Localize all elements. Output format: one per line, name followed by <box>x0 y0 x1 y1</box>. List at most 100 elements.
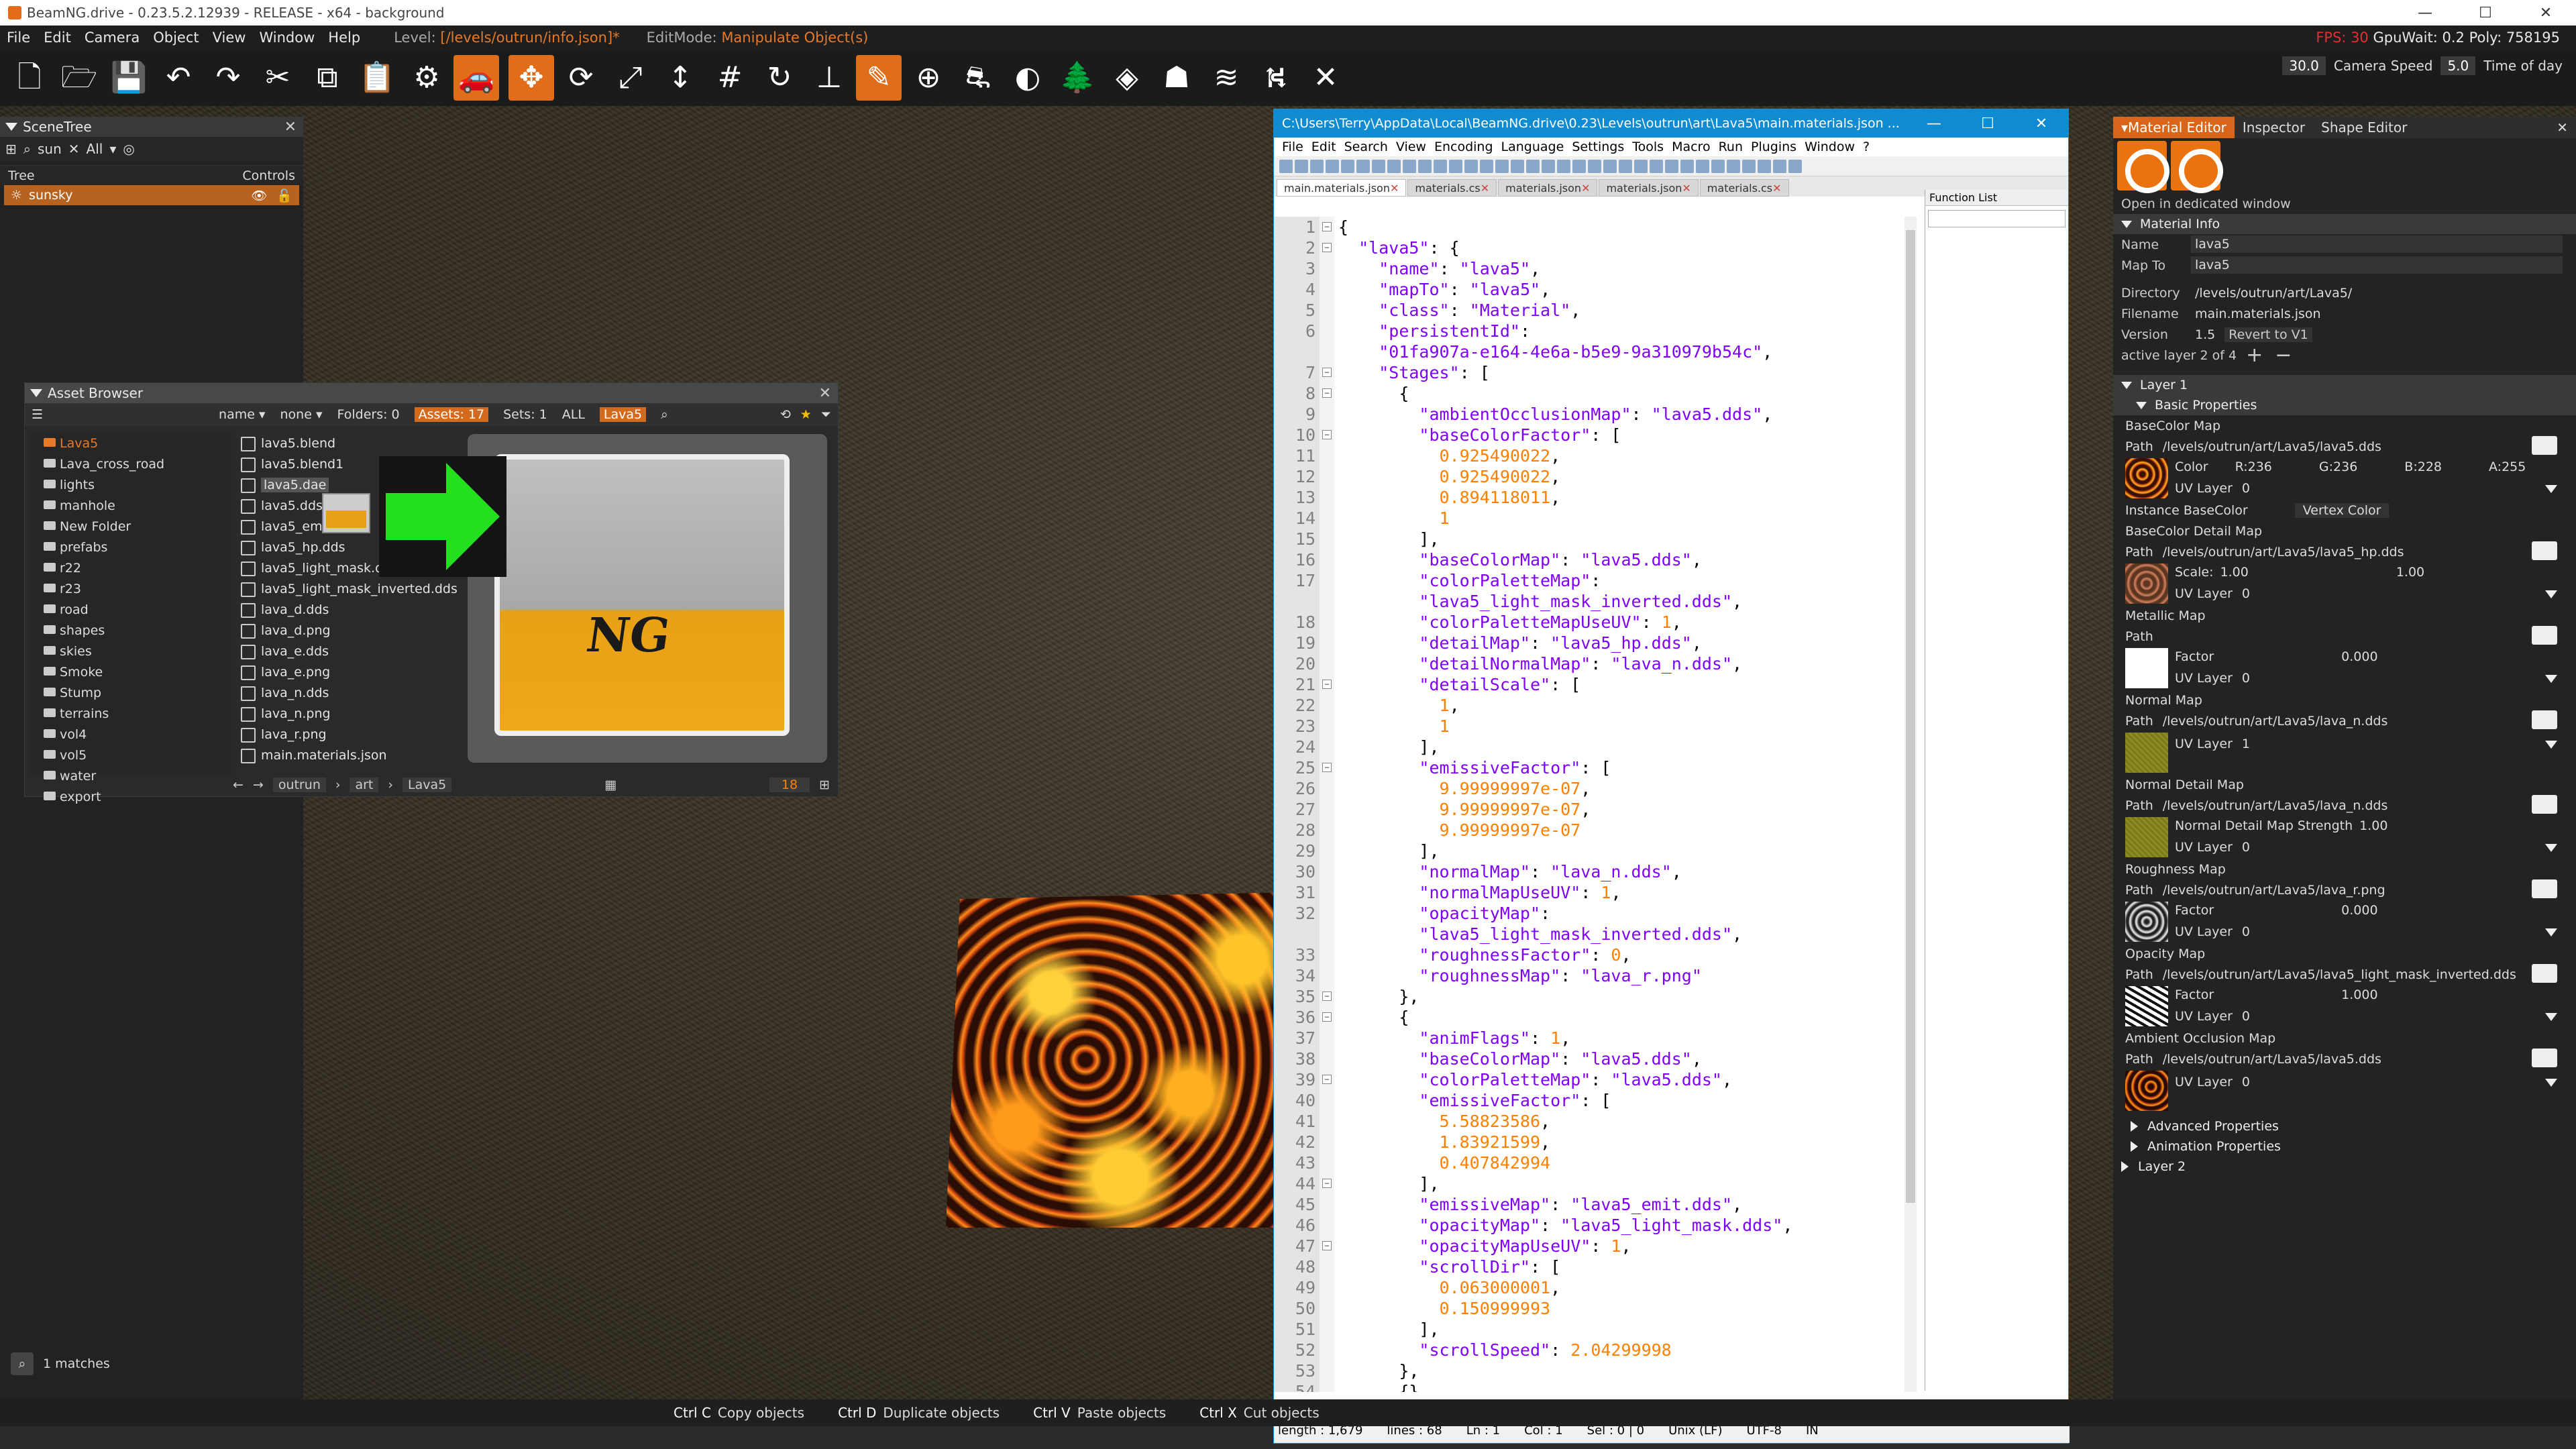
copy-icon[interactable]: ⧉ <box>305 55 350 101</box>
folder-item[interactable]: Lava5 <box>30 433 231 453</box>
open-folder-icon[interactable]: 🗁 <box>56 55 102 101</box>
align-icon[interactable]: ↕ <box>657 55 703 101</box>
chevron-down-icon[interactable] <box>2545 928 2557 936</box>
function-list-search[interactable] <box>1928 210 2065 227</box>
file-item[interactable]: lava5.blend <box>233 433 488 453</box>
npp-toolbar-icon[interactable] <box>1526 159 1540 173</box>
code-line[interactable]: 9.99999997e-07, <box>1338 778 1918 799</box>
assets-count[interactable]: Assets: 17 <box>414 407 489 422</box>
uv-layer-value[interactable]: 0 <box>2242 924 2250 939</box>
map-path-value[interactable]: /levels/outrun/art/Lava5/lava5_hp.dds <box>2163 545 2404 559</box>
folder-item[interactable]: manhole <box>30 495 231 516</box>
npp-menu-item[interactable]: Tools <box>1628 140 1668 154</box>
code-line[interactable]: 1 <box>1338 716 1918 737</box>
collapse-icon[interactable] <box>5 123 17 131</box>
close-icon[interactable]: ✕ <box>1682 182 1690 195</box>
fold-toggle-icon[interactable]: − <box>1322 222 1332 231</box>
breadcrumb-lava5[interactable]: Lava5 <box>402 777 452 792</box>
code-editor[interactable]: 1 2 3 4 5 6 7 8 9 10 11 12 13 14 15 16 17 18 19 20 21 22 23 24 2… <box>1274 217 1918 1392</box>
npp-menu-item[interactable]: Settings <box>1568 140 1628 154</box>
code-line[interactable]: "baseColorMap": "lava5.dds", <box>1338 549 1918 570</box>
fold-toggle-icon[interactable]: − <box>1322 680 1332 689</box>
folder-icon[interactable] <box>2532 436 2557 455</box>
map-path-value[interactable]: /levels/outrun/art/Lava5/lava_n.dds <box>2163 798 2388 813</box>
code-line[interactable]: ], <box>1338 1173 1918 1194</box>
remove-layer-icon[interactable]: − <box>2275 343 2292 367</box>
objects-icon[interactable]: ☗ <box>1154 55 1199 101</box>
file-item[interactable]: lava_r.png <box>233 724 488 745</box>
uv-layer-value[interactable]: 1 <box>2242 737 2250 751</box>
collapse-icon[interactable] <box>2136 401 2147 409</box>
name-field[interactable]: lava5 <box>2191 235 2563 253</box>
menu-view[interactable]: View <box>206 30 253 46</box>
code-line[interactable]: "class": "Material", <box>1338 300 1918 321</box>
visibility-eye-icon[interactable]: 👁 <box>251 188 267 203</box>
close-icon[interactable]: ✕ <box>1772 182 1781 195</box>
code-line[interactable]: "colorPaletteMap": "lava5.dds", <box>1338 1069 1918 1090</box>
texture-thumbnail[interactable] <box>2125 1071 2168 1111</box>
folder-icon[interactable] <box>2532 795 2557 814</box>
mapto-field[interactable]: lava5 <box>2191 256 2563 274</box>
advanced-properties-section[interactable]: Advanced Properties <box>2113 1116 2576 1136</box>
terrain-icon[interactable]: ◈ <box>1104 55 1150 101</box>
folder-item[interactable]: road <box>30 599 231 620</box>
npp-tab[interactable]: materials.json ✕ <box>1599 179 1699 197</box>
fold-toggle-icon[interactable]: − <box>1322 430 1332 439</box>
add-folder-icon[interactable]: ⊞ <box>5 141 17 157</box>
nd-strength-value[interactable]: 1.00 <box>2359 818 2387 833</box>
npp-toolbar-icon[interactable] <box>1711 159 1725 173</box>
texture-thumbnail[interactable] <box>2125 733 2168 773</box>
npp-toolbar-icon[interactable] <box>1418 159 1432 173</box>
sort-select[interactable]: name ▾ <box>219 407 265 422</box>
fold-toggle-icon[interactable]: − <box>1322 1012 1332 1022</box>
npp-toolbar-icon[interactable] <box>1788 159 1802 173</box>
decal-icon[interactable]: ◐ <box>1005 55 1051 101</box>
menu-edit[interactable]: Edit <box>37 30 78 46</box>
minimize-button[interactable]: — <box>2395 0 2455 25</box>
tools-icon[interactable]: ✕ <box>1303 55 1348 101</box>
collapse-icon[interactable] <box>2121 381 2132 389</box>
npp-toolbar-icon[interactable] <box>1279 159 1293 173</box>
factor-value[interactable]: 0.000 <box>2341 903 2377 918</box>
file-item[interactable]: lava_d.dds <box>233 599 488 620</box>
code-line[interactable]: 9.99999997e-07 <box>1338 820 1918 841</box>
chevron-down-icon[interactable] <box>2545 741 2557 749</box>
code-line[interactable]: }, <box>1338 1360 1918 1381</box>
folder-item[interactable]: prefabs <box>30 537 231 557</box>
npp-toolbar-icon[interactable] <box>1758 159 1771 173</box>
code-line[interactable]: "normalMap": "lava_n.dds", <box>1338 861 1918 882</box>
color-channel-r[interactable]: R:236 <box>2235 460 2272 474</box>
code-line[interactable]: 1 <box>1338 508 1918 529</box>
star-icon[interactable]: ★ <box>800 407 812 422</box>
npp-toolbar-icon[interactable] <box>1773 159 1786 173</box>
menu-file[interactable]: File <box>0 30 37 46</box>
npp-tab[interactable]: materials.cs ✕ <box>1699 179 1789 197</box>
uv-layer-value[interactable]: 0 <box>2242 1075 2250 1089</box>
tag-filter[interactable]: Lava5 <box>599 407 647 422</box>
scale-icon[interactable]: ⤢ <box>608 55 653 101</box>
rotate-snap-icon[interactable]: ↻ <box>757 55 802 101</box>
folder-item[interactable]: Lava_cross_road <box>30 453 231 474</box>
clear-search-icon[interactable]: ✕ <box>68 141 80 157</box>
fold-toggle-icon[interactable]: − <box>1322 368 1332 377</box>
chevron-down-icon[interactable] <box>2545 844 2557 852</box>
save-icon[interactable]: 💾 <box>106 55 152 101</box>
code-line[interactable]: {}, <box>1338 1381 1918 1392</box>
uv-layer-value[interactable]: 0 <box>2242 1009 2250 1024</box>
texture-thumbnail[interactable] <box>2125 902 2168 942</box>
npp-toolbar-icon[interactable] <box>1557 159 1570 173</box>
chevron-down-icon[interactable]: ▾ <box>109 141 116 157</box>
fold-toggle-icon[interactable]: − <box>1322 1075 1332 1084</box>
lock-icon[interactable]: 🔓 <box>276 188 292 203</box>
factor-value[interactable]: 1.000 <box>2341 987 2377 1002</box>
layer2-section[interactable]: Layer 2 <box>2113 1157 2576 1177</box>
code-text[interactable]: { "lava5": { "name": "lava5", "mapTo": "… <box>1338 217 1918 1392</box>
time-of-day-input[interactable]: 5.0 <box>2440 56 2476 75</box>
folder-icon[interactable] <box>2532 1049 2557 1067</box>
code-line[interactable]: { <box>1338 383 1918 404</box>
close-icon[interactable]: ✕ <box>1581 182 1590 195</box>
add-icon[interactable]: ⊕ <box>906 55 951 101</box>
npp-toolbar-icon[interactable] <box>1295 159 1308 173</box>
folder-item[interactable]: skies <box>30 641 231 661</box>
scale-y-input[interactable]: 1.00 <box>2396 565 2424 580</box>
